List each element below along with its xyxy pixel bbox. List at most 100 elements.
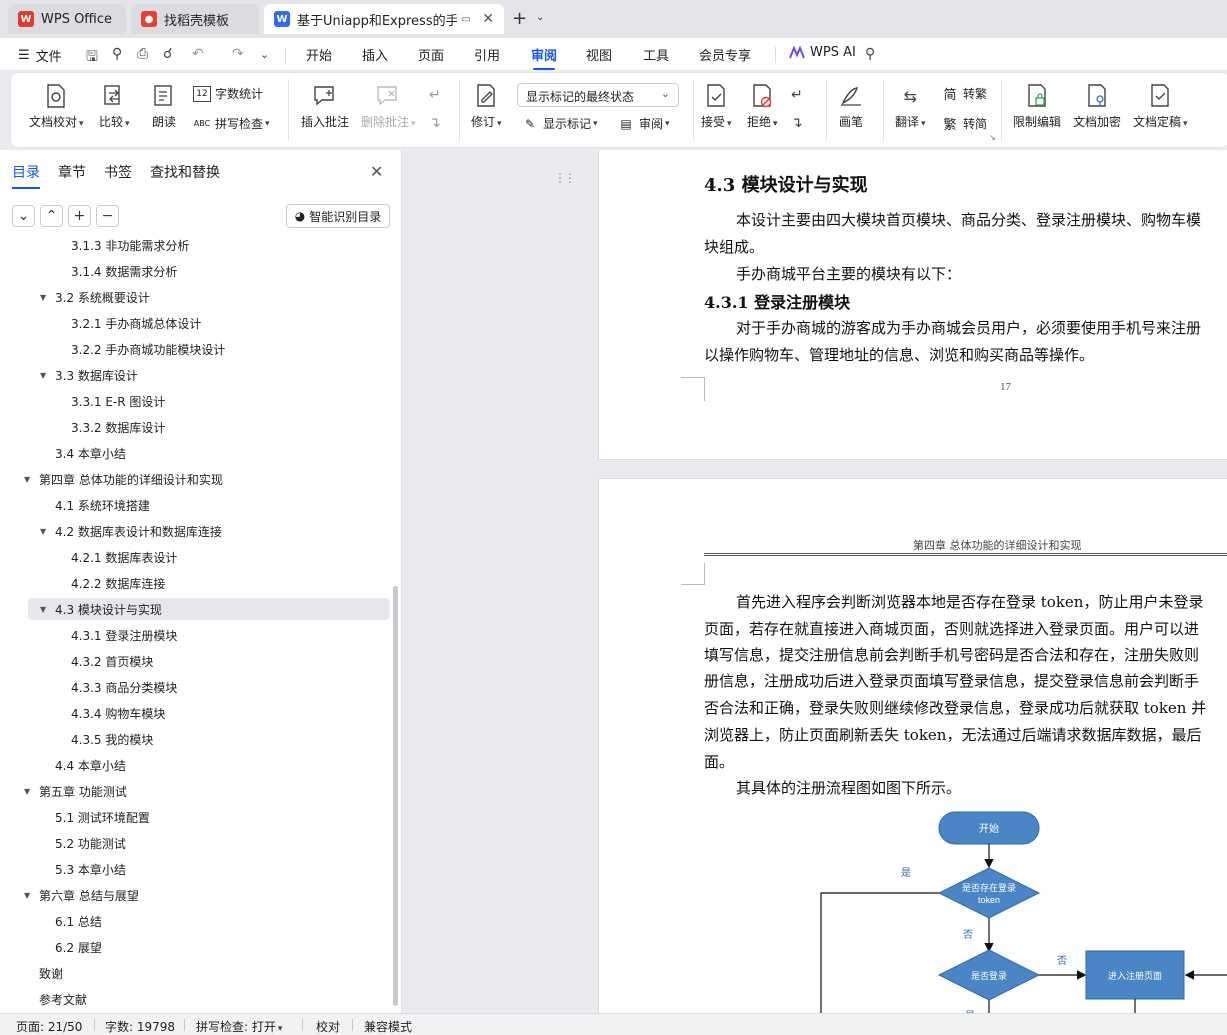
print-preview-icon[interactable]: ☌ <box>163 46 172 62</box>
toc-item[interactable]: 4.2 数据库表设计和数据库连接 <box>55 520 222 542</box>
toc-item[interactable]: 参考文献 <box>39 988 87 1010</box>
tab-current-document[interactable]: W 基于Uniapp和Express的手办 ▭ ✕ <box>264 4 504 34</box>
read-aloud-button[interactable]: 朗读 <box>151 83 177 130</box>
toc-item[interactable]: 3.4 本章小结 <box>55 442 126 464</box>
word-count[interactable]: 字数: 19798 <box>105 1018 175 1035</box>
expand-triangle-icon[interactable]: ▼ <box>24 780 30 802</box>
menu-insert[interactable]: 插入 <box>362 45 388 64</box>
previous-comment-icon[interactable]: ↵ <box>429 87 441 103</box>
to-traditional-button[interactable]: 简 转繁 <box>941 85 987 103</box>
file-menu[interactable]: ☰ 文件 <box>18 46 62 65</box>
search-icon[interactable]: ⚲ <box>865 46 875 62</box>
expand-up-button[interactable]: ⌃ <box>40 205 63 227</box>
tab-docer-templates[interactable]: ● 找稻壳模板 <box>131 4 259 34</box>
toc-item[interactable]: 4.3.5 我的模块 <box>71 728 153 750</box>
delete-comment-button[interactable]: 删除批注 ▾ <box>361 83 416 130</box>
toc-item[interactable]: 3.2.2 手办商城功能模块设计 <box>71 338 225 360</box>
toc-item[interactable]: 3.1.4 数据需求分析 <box>71 260 177 282</box>
tab-toc[interactable]: 目录 <box>12 162 40 189</box>
expand-triangle-icon[interactable]: ▼ <box>40 286 46 308</box>
toc-item[interactable]: 4.2.1 数据库表设计 <box>71 546 177 568</box>
print-icon[interactable]: ⎙ <box>137 46 148 62</box>
tab-bookmarks[interactable]: 书签 <box>104 162 132 182</box>
toc-item[interactable]: 4.1 系统环境搭建 <box>55 494 150 516</box>
reject-button[interactable]: 拒绝 ▾ <box>747 83 778 130</box>
toc-item[interactable]: 3.2 系统概要设计 <box>55 286 150 308</box>
toc-item[interactable]: 6.2 展望 <box>55 936 102 958</box>
page-indicator[interactable]: 页面: 21/50 <box>16 1018 82 1035</box>
toc-item[interactable]: 3.2.1 手办商城总体设计 <box>71 312 201 334</box>
redo-icon[interactable]: ↷ <box>232 46 244 62</box>
toc-item[interactable]: 第四章 总体功能的详细设计和实现 <box>39 468 223 490</box>
toc-item[interactable]: 3.3 数据库设计 <box>55 364 138 386</box>
previous-change-icon[interactable]: ↵ <box>791 87 803 103</box>
expand-triangle-icon[interactable]: ▼ <box>24 884 30 906</box>
insert-comment-button[interactable]: 插入批注 <box>301 83 349 130</box>
menu-tools[interactable]: 工具 <box>643 45 669 64</box>
wps-ai-button[interactable]: WPS AI <box>789 45 856 60</box>
toc-item[interactable]: 4.3.3 商品分类模块 <box>71 676 177 698</box>
remove-heading-button[interactable]: − <box>96 205 119 227</box>
quick-access-more-icon[interactable]: ⌄ <box>260 48 269 61</box>
proofread-status[interactable]: 校对 <box>316 1018 340 1035</box>
drag-handle-icon[interactable]: ⋮⋮ <box>554 171 576 185</box>
toc-item[interactable]: 5.3 本章小结 <box>55 858 126 880</box>
chevron-down-icon[interactable]: ⌄ <box>536 12 544 23</box>
doc-check-button[interactable]: 文档校对 ▾ <box>29 83 84 130</box>
toc-item[interactable]: 4.2.2 数据库连接 <box>71 572 165 594</box>
expand-group-icon[interactable]: ↘ <box>989 133 996 142</box>
nav-scrollbar[interactable] <box>393 586 398 1006</box>
share-icon[interactable]: ⚲ <box>112 46 122 62</box>
new-tab-icon[interactable]: + <box>512 8 527 29</box>
toc-item[interactable]: 3.3.1 E-R 图设计 <box>71 390 165 412</box>
encrypt-button[interactable]: 文档加密 <box>1073 83 1121 130</box>
tab-wps-office[interactable]: W WPS Office <box>8 4 126 34</box>
menu-page[interactable]: 页面 <box>418 45 444 64</box>
expand-triangle-icon[interactable]: ▼ <box>40 364 46 386</box>
toc-item[interactable]: 4.3.4 购物车模块 <box>71 702 165 724</box>
toc-item[interactable]: 5.2 功能测试 <box>55 832 126 854</box>
close-icon[interactable]: ✕ <box>370 162 383 181</box>
toc-item[interactable]: 4.3 模块设计与实现 <box>55 598 162 620</box>
expand-triangle-icon[interactable]: ▼ <box>24 468 30 490</box>
menu-references[interactable]: 引用 <box>474 45 500 64</box>
restrict-edit-button[interactable]: 限制编辑 <box>1013 83 1061 130</box>
expand-triangle-icon[interactable]: ▼ <box>40 520 46 542</box>
word-count-button[interactable]: 12 字数统计 <box>193 85 263 102</box>
toc-item[interactable]: 第六章 总结与展望 <box>39 884 139 906</box>
toc-item[interactable]: 第五章 功能测试 <box>39 780 127 802</box>
review-pane-button[interactable]: ▤ 审阅 ▾ <box>617 115 669 132</box>
toc-item[interactable]: 致谢 <box>39 962 63 984</box>
toc-item[interactable]: 4.3.1 登录注册模块 <box>71 624 177 646</box>
menu-home[interactable]: 开始 <box>306 45 332 64</box>
menu-review[interactable]: 审阅 <box>531 45 557 70</box>
track-changes-button[interactable]: 修订 ▾ <box>471 83 502 130</box>
toc-item[interactable]: 6.1 总结 <box>55 910 102 932</box>
toc-item[interactable]: 4.4 本章小结 <box>55 754 126 776</box>
finalize-button[interactable]: 文档定稿 ▾ <box>1133 83 1188 130</box>
show-markup-button[interactable]: ✎ 显示标记 ▾ <box>521 115 598 132</box>
menu-view[interactable]: 视图 <box>586 45 612 64</box>
toc-item[interactable]: 5.1 测试环境配置 <box>55 806 150 828</box>
tab-find-replace[interactable]: 查找和替换 <box>150 162 220 182</box>
collapse-all-button[interactable]: ⌄ <box>12 205 35 227</box>
tab-sections[interactable]: 章节 <box>58 162 86 182</box>
pen-button[interactable]: 画笔 <box>838 83 864 130</box>
toc-item[interactable]: 4.3.2 首页模块 <box>71 650 153 672</box>
undo-icon[interactable]: ↶ <box>192 46 204 62</box>
next-change-icon[interactable]: ↴ <box>791 115 803 131</box>
spell-check-status[interactable]: 拼写检查: 打开 ▾ <box>196 1018 282 1035</box>
compare-button[interactable]: 比较 ▾ <box>99 83 130 130</box>
to-simplified-button[interactable]: 繁 转简 <box>941 115 987 133</box>
markup-mode-select[interactable]: 显示标记的最终状态 ⌄ <box>517 83 679 107</box>
save-icon[interactable]: 🖫 <box>86 46 98 70</box>
expand-triangle-icon[interactable]: ▼ <box>40 598 46 620</box>
menu-membership[interactable]: 会员专享 <box>699 45 751 64</box>
translate-button[interactable]: ⇆ 翻译 ▾ <box>895 83 926 130</box>
next-comment-icon[interactable]: ↴ <box>429 115 441 131</box>
smart-toc-button[interactable]: ◕ 智能识别目录 <box>286 204 390 228</box>
toc-item[interactable]: 3.3.2 数据库设计 <box>71 416 165 438</box>
add-heading-button[interactable]: + <box>68 205 91 227</box>
close-tab-icon[interactable]: ✕ <box>482 11 494 27</box>
toc-item[interactable]: 3.1.3 非功能需求分析 <box>71 236 189 256</box>
